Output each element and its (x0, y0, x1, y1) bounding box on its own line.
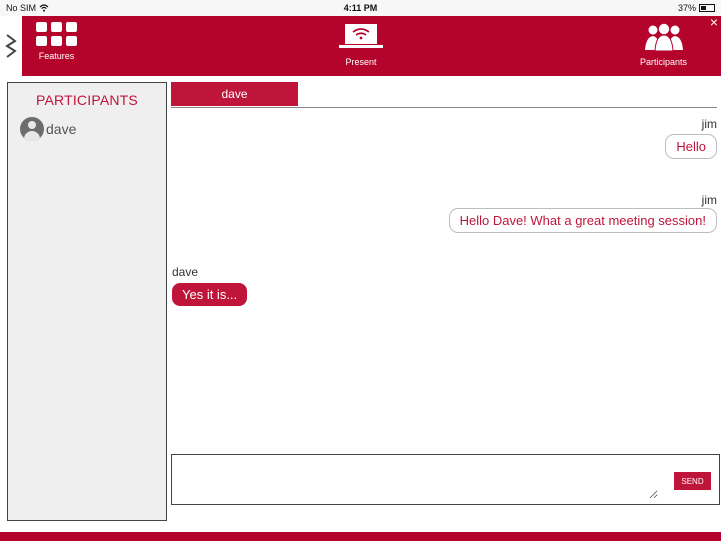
app-header: Features Present Participants × (0, 14, 721, 76)
message-compose-box: SEND (171, 454, 720, 505)
participants-button[interactable]: Participants (640, 22, 687, 67)
logo-icon (5, 34, 17, 58)
present-wifi-laptop-icon (339, 24, 383, 48)
participant-name: dave (46, 121, 77, 137)
user-avatar-icon (20, 117, 44, 141)
participants-panel: PARTICIPANTS dave (7, 82, 167, 521)
menu-logo-tab[interactable] (0, 16, 22, 76)
participant-item-dave[interactable]: dave (20, 117, 76, 141)
message-bubble-outgoing: Hello Dave! What a great meeting session… (448, 208, 717, 233)
close-icon[interactable]: × (710, 14, 718, 30)
participants-title: PARTICIPANTS (36, 92, 138, 108)
message-input[interactable] (178, 461, 658, 499)
chat-tab-dave[interactable]: dave (171, 82, 298, 106)
message-bubble-outgoing: Hello (665, 134, 717, 159)
message-sender: jim (701, 193, 717, 207)
people-group-icon (644, 23, 683, 52)
battery-percent: 37% (677, 3, 696, 13)
present-label: Present (345, 57, 377, 67)
message-bubble-incoming: Yes it is... (172, 283, 248, 306)
message-sender: jim (701, 117, 717, 131)
message-sender: dave (172, 265, 199, 279)
features-label: Features (38, 51, 75, 61)
footer-bar (0, 532, 721, 541)
present-button[interactable]: Present (338, 22, 384, 67)
status-bar: No SIM 4:11 PM 37% (0, 0, 721, 16)
features-button[interactable]: Features (36, 22, 77, 61)
participants-label: Participants (640, 57, 688, 67)
status-time: 4:11 PM (343, 3, 378, 13)
status-right: 37% (678, 3, 715, 13)
battery-icon (699, 4, 715, 12)
send-button[interactable]: SEND (674, 472, 711, 490)
tab-divider (171, 107, 717, 108)
grid-icon (36, 22, 77, 46)
